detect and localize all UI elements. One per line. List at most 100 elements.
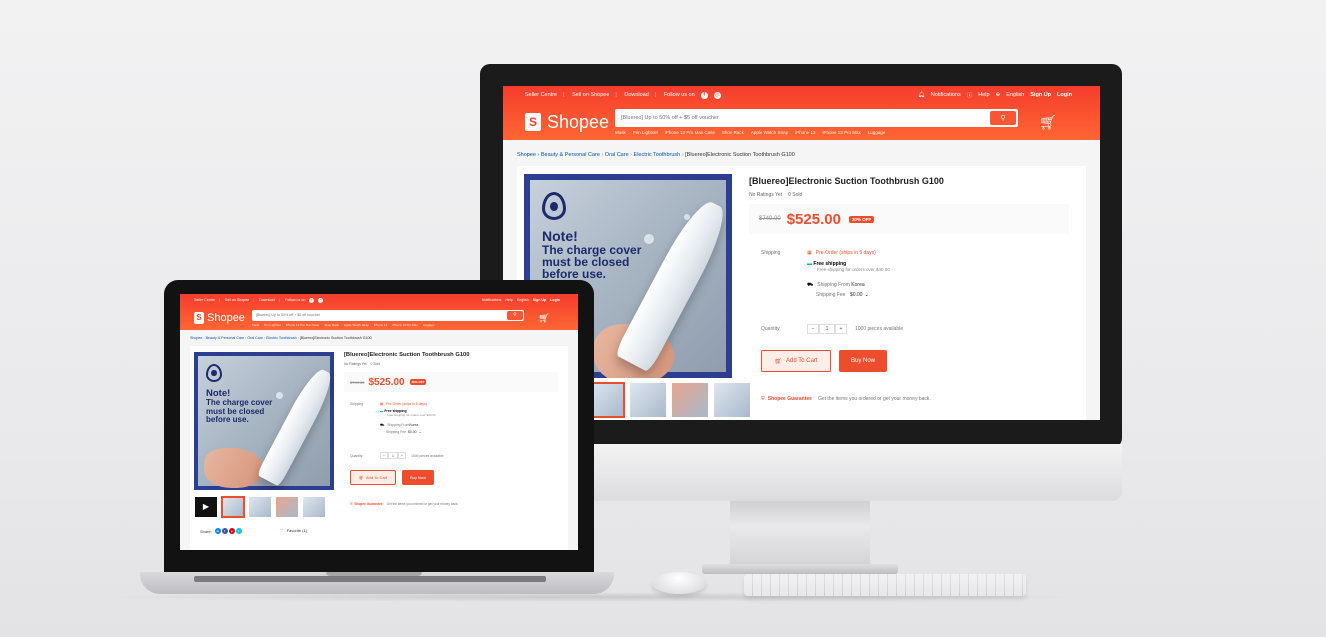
ship-from-icon: ⛟	[807, 282, 814, 288]
hint-link[interactable]: Pen Lightset	[633, 130, 658, 135]
shopee-logo[interactable]: S Shopee	[194, 312, 252, 324]
crumb-beauty[interactable]: Beauty & Personal Care	[541, 152, 600, 158]
crumb-electric[interactable]: Electric Toothbrush	[634, 152, 681, 158]
favorite-text: Favorite (1)	[286, 528, 308, 533]
nav-seller-centre[interactable]: Seller Centre	[525, 92, 557, 98]
qty-plus-button[interactable]: +	[835, 324, 847, 334]
nav-help[interactable]: Help	[505, 298, 512, 302]
search-button[interactable]: ⚲	[990, 111, 1016, 125]
buy-now-button[interactable]: Buy Now	[402, 470, 434, 485]
hint-link[interactable]: iPhone 12 Pro Max Case	[665, 130, 715, 135]
thumbnail[interactable]	[671, 382, 709, 418]
nav-download[interactable]: Download	[259, 298, 275, 302]
search-button[interactable]: ⚲	[507, 310, 523, 320]
search-hints: Mask Pen Lightset iPhone 12 Pro Max Case…	[615, 130, 1018, 135]
nav-language[interactable]: English	[1006, 92, 1024, 98]
hint-link[interactable]: iPhone 13	[795, 130, 815, 135]
qty-input[interactable]: 1	[819, 324, 835, 334]
qty-input[interactable]: 1	[388, 452, 398, 459]
ship-fee-label: Shipping Fee	[816, 292, 846, 298]
nav-login[interactable]: Login	[550, 298, 560, 302]
facebook-icon[interactable]: f	[221, 528, 228, 534]
facebook-icon[interactable]: f	[700, 91, 708, 99]
heart-icon: ♡	[280, 528, 284, 533]
thumbnail[interactable]	[302, 496, 326, 518]
hint-link[interactable]: iPhone 13 Pro Max	[392, 323, 418, 327]
cart-icon[interactable]: 🛒︎	[524, 313, 564, 324]
hint-link[interactable]: Luggage	[868, 130, 886, 135]
hint-link[interactable]: Pen Lightset	[264, 323, 281, 327]
share-label: Share:	[200, 528, 212, 534]
hint-link[interactable]: Apple Watch Strap	[344, 323, 369, 327]
nav-notifications[interactable]: Notifications	[931, 92, 961, 98]
hint-link[interactable]: iPhone 13 Pro Max	[822, 130, 860, 135]
add-to-cart-button[interactable]: 🛒︎ Add To Cart	[761, 350, 831, 372]
pinterest-icon[interactable]: p	[228, 528, 235, 534]
thumbnail[interactable]	[248, 496, 272, 518]
nav-signup[interactable]: Sign Up	[1030, 92, 1051, 98]
crumb-electric[interactable]: Electric Toothbrush	[266, 336, 297, 340]
hint-link[interactable]: Mask	[615, 130, 626, 135]
buy-now-button[interactable]: Buy Now	[839, 350, 887, 372]
help-icon: ⓘ	[966, 93, 973, 99]
ship-fee-row: Shipping Fee $0.00 ⌄	[386, 430, 421, 434]
twitter-icon[interactable]: t	[235, 528, 242, 534]
crumb-oral[interactable]: Oral Care	[247, 336, 263, 340]
cart-icon[interactable]: 🛒︎	[1018, 114, 1078, 131]
shield-icon: ⛨	[350, 502, 353, 506]
nav-notifications[interactable]: Notifications	[482, 298, 502, 302]
laptop-notch	[326, 572, 422, 576]
crumb-shopee[interactable]: Shopee	[517, 152, 536, 158]
nav-sell[interactable]: Sell on Shopee	[225, 298, 249, 302]
video-thumbnail[interactable]: ▶	[194, 496, 218, 518]
product-main-image[interactable]: Note! The charge cover must be closed be…	[194, 352, 334, 490]
cart-icon: 🛒︎	[774, 358, 783, 365]
ship-from-label: Shipping From	[387, 423, 410, 427]
share-row: Share: m f p t	[200, 528, 242, 534]
nav-language[interactable]: English	[517, 298, 529, 302]
hint-link[interactable]: Luggage	[423, 323, 435, 327]
facebook-icon[interactable]: f	[309, 297, 315, 303]
thumbnail[interactable]	[221, 496, 245, 518]
shopee-logo[interactable]: S Shopee	[525, 112, 615, 133]
logo-text: Shopee	[207, 312, 245, 324]
qty-minus-button[interactable]: −	[380, 452, 388, 459]
nav-help[interactable]: Help	[978, 92, 989, 98]
thumbnail[interactable]	[629, 382, 667, 418]
header: Seller Centre | Sell on Shopee | Download |…	[180, 294, 578, 330]
crumb-shopee[interactable]: Shopee	[190, 336, 202, 340]
nav-login[interactable]: Login	[1057, 92, 1072, 98]
nav-signup[interactable]: Sign Up	[533, 298, 547, 302]
instagram-icon[interactable]: ◎	[318, 297, 324, 303]
water-splash	[276, 392, 283, 399]
chevron-down-icon[interactable]: ⌄	[865, 292, 869, 298]
hint-link[interactable]: iPhone 12 Pro Max Case	[286, 323, 319, 327]
thumbnail[interactable]	[275, 496, 299, 518]
search-area: ⚲ Mask Pen Lightset iPhone 12 Pro Max Ca…	[252, 309, 524, 327]
messenger-icon[interactable]: m	[214, 528, 221, 534]
qty-plus-button[interactable]: +	[398, 452, 406, 459]
hint-link[interactable]: Mask	[252, 323, 259, 327]
quantity-label: Quantity	[761, 326, 780, 332]
hint-link[interactable]: Apple Watch Strap	[751, 130, 788, 135]
hint-link[interactable]: iPhone 13	[374, 323, 388, 327]
crumb-oral[interactable]: Oral Care	[605, 152, 629, 158]
search-input[interactable]	[621, 115, 990, 121]
rating-row: No Ratings Yet 0 Sold	[749, 192, 802, 198]
nav-sell[interactable]: Sell on Shopee	[572, 92, 609, 98]
nav-follow: Follow us on	[663, 92, 695, 98]
qty-minus-button[interactable]: −	[807, 324, 819, 334]
guarantee-text: Get the items you ordered or get your mo…	[817, 396, 931, 402]
favorite-row[interactable]: ♡ Favorite (1)	[280, 528, 307, 533]
instagram-icon[interactable]: ◎	[713, 91, 721, 99]
crumb-beauty[interactable]: Beauty & Personal Care	[206, 336, 245, 340]
add-to-cart-button[interactable]: 🛒︎ Add To Cart	[350, 470, 396, 485]
nav-seller-centre[interactable]: Seller Centre	[194, 298, 215, 302]
thumbnail[interactable]	[713, 382, 751, 418]
search-input[interactable]	[256, 313, 507, 317]
hint-link[interactable]: Shoe Rack	[722, 130, 744, 135]
note-body: The charge cover must be closed before u…	[206, 398, 273, 424]
hint-link[interactable]: Shoe Rack	[324, 323, 339, 327]
nav-download[interactable]: Download	[624, 92, 648, 98]
chevron-down-icon[interactable]: ⌄	[419, 430, 422, 434]
